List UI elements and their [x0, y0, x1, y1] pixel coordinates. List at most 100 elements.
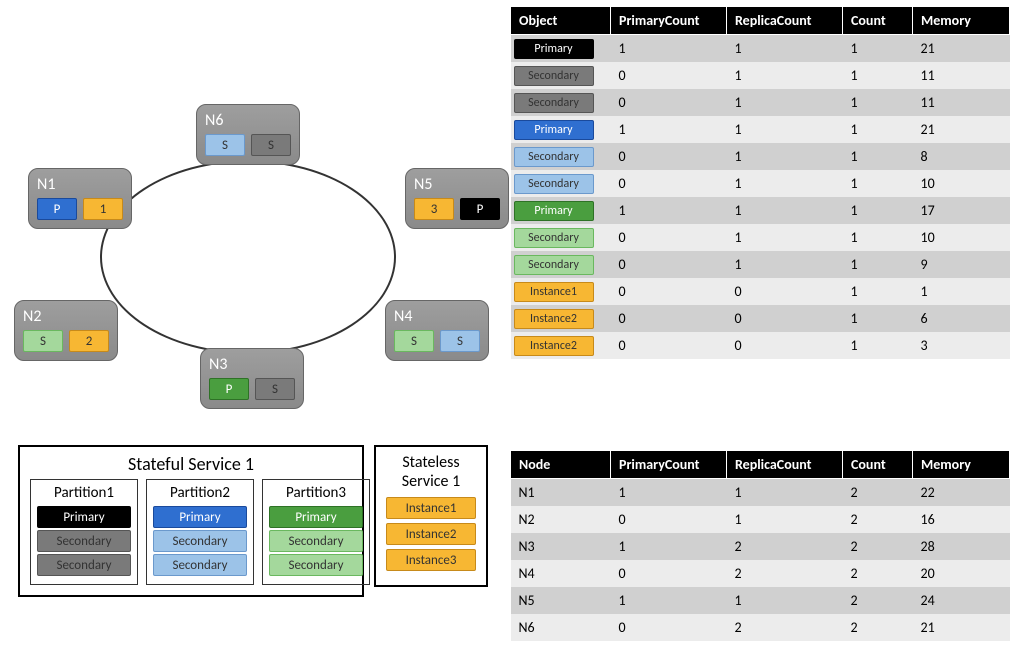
- table-cell: 2: [727, 560, 843, 587]
- table-cell: 2: [727, 533, 843, 560]
- table-cell: 3: [913, 332, 1010, 359]
- table-cell: 9: [913, 251, 1010, 278]
- table-cell: 10: [913, 224, 1010, 251]
- object-badge: Secondary: [514, 147, 594, 167]
- table-cell: 10: [913, 170, 1010, 197]
- replica-slot: 1: [83, 198, 123, 220]
- table-row: Secondary0119: [511, 251, 1010, 278]
- table-row: N402220: [511, 560, 1010, 587]
- table-cell: 1: [727, 224, 843, 251]
- table-cell: 21: [913, 35, 1010, 63]
- table-row: N201216: [511, 506, 1010, 533]
- table-cell: 1: [611, 197, 727, 224]
- table-cell: 1: [843, 251, 913, 278]
- cluster-node-n5: N53P: [405, 168, 509, 229]
- table-cell: 2: [843, 533, 913, 560]
- table-cell: 2: [843, 479, 913, 507]
- table-cell: 0: [611, 305, 727, 332]
- table-cell: 0: [611, 89, 727, 116]
- replica-label: Secondary: [153, 530, 247, 552]
- object-badge: Primary: [514, 39, 594, 59]
- table-cell: 0: [727, 305, 843, 332]
- table-cell: 1: [727, 251, 843, 278]
- table-cell: 1: [843, 332, 913, 359]
- table-row: Secondary01111: [511, 62, 1010, 89]
- table-row: N511224: [511, 587, 1010, 614]
- partition-box: Partition2PrimarySecondarySecondary: [146, 479, 254, 585]
- object-badge: Primary: [514, 120, 594, 140]
- table-header: PrimaryCount: [611, 7, 727, 35]
- table-cell: 1: [843, 116, 913, 143]
- table-header: ReplicaCount: [727, 451, 843, 479]
- cluster-node-n3: N3PS: [200, 348, 304, 409]
- table-cell: 21: [913, 116, 1010, 143]
- table-cell: 1: [727, 170, 843, 197]
- table-cell: 1: [727, 143, 843, 170]
- table-cell: 0: [611, 62, 727, 89]
- table-cell: 16: [913, 506, 1010, 533]
- table-cell: N4: [511, 560, 611, 587]
- replica-slot: 3: [414, 198, 454, 220]
- table-cell: 0: [727, 332, 843, 359]
- table-cell: 1: [727, 197, 843, 224]
- object-badge: Secondary: [514, 228, 594, 248]
- table-cell: 1: [843, 89, 913, 116]
- table-cell: 0: [611, 278, 727, 305]
- replica-slot: S: [255, 378, 295, 400]
- table-cell: 11: [913, 89, 1010, 116]
- object-badge: Secondary: [514, 66, 594, 86]
- replica-slot: P: [37, 198, 77, 220]
- table-cell: 1: [727, 479, 843, 507]
- table-cell: 1: [727, 35, 843, 63]
- node-label: N2: [23, 307, 109, 326]
- instance-label: Instance1: [386, 497, 476, 519]
- partition-title: Partition2: [153, 484, 247, 502]
- stateless-title: Stateless Service 1: [386, 453, 476, 491]
- table-cell: 28: [913, 533, 1010, 560]
- table-cell: 1: [727, 62, 843, 89]
- table-cell: N2: [511, 506, 611, 533]
- table-cell: 1: [727, 89, 843, 116]
- table-row: Primary11121: [511, 116, 1010, 143]
- object-badge: Primary: [514, 201, 594, 221]
- object-badge: Secondary: [514, 255, 594, 275]
- table-cell: 1: [843, 170, 913, 197]
- table-cell: 1: [843, 224, 913, 251]
- table-cell: 2: [843, 506, 913, 533]
- table-header: Count: [843, 7, 913, 35]
- table-cell: 0: [611, 143, 727, 170]
- node-label: N1: [37, 175, 123, 194]
- table-cell: N6: [511, 614, 611, 641]
- table-cell: 20: [913, 560, 1010, 587]
- stateless-service-legend: Stateless Service 1 Instance1Instance2In…: [374, 445, 488, 587]
- table-cell: 0: [611, 332, 727, 359]
- replica-label: Secondary: [269, 530, 363, 552]
- table-cell: 0: [611, 506, 727, 533]
- table-cell: 6: [913, 305, 1010, 332]
- partition-title: Partition1: [37, 484, 131, 502]
- node-label: N4: [394, 307, 480, 326]
- table-row: N111222: [511, 479, 1010, 507]
- table-cell: 1: [611, 587, 727, 614]
- cluster-node-n1: N1 P1: [28, 168, 132, 229]
- table-header: Node: [511, 451, 611, 479]
- table-header: Object: [511, 7, 611, 35]
- replica-slot: S: [251, 134, 291, 156]
- replica-label: Secondary: [37, 554, 131, 576]
- table-cell: 1: [843, 197, 913, 224]
- replica-slot: S: [440, 330, 480, 352]
- replica-label: Secondary: [269, 554, 363, 576]
- replica-label: Primary: [37, 506, 131, 528]
- table-cell: 2: [727, 614, 843, 641]
- table-cell: 1: [611, 35, 727, 63]
- replica-slot: P: [209, 378, 249, 400]
- object-badge: Instance2: [514, 336, 594, 356]
- table-cell: 2: [843, 587, 913, 614]
- cluster-node-n2: N2S2: [14, 300, 118, 361]
- replica-label: Primary: [153, 506, 247, 528]
- replica-slot: S: [394, 330, 434, 352]
- table-cell: 0: [611, 170, 727, 197]
- table-row: Secondary01110: [511, 224, 1010, 251]
- table-cell: 1: [727, 116, 843, 143]
- node-label: N5: [414, 175, 500, 194]
